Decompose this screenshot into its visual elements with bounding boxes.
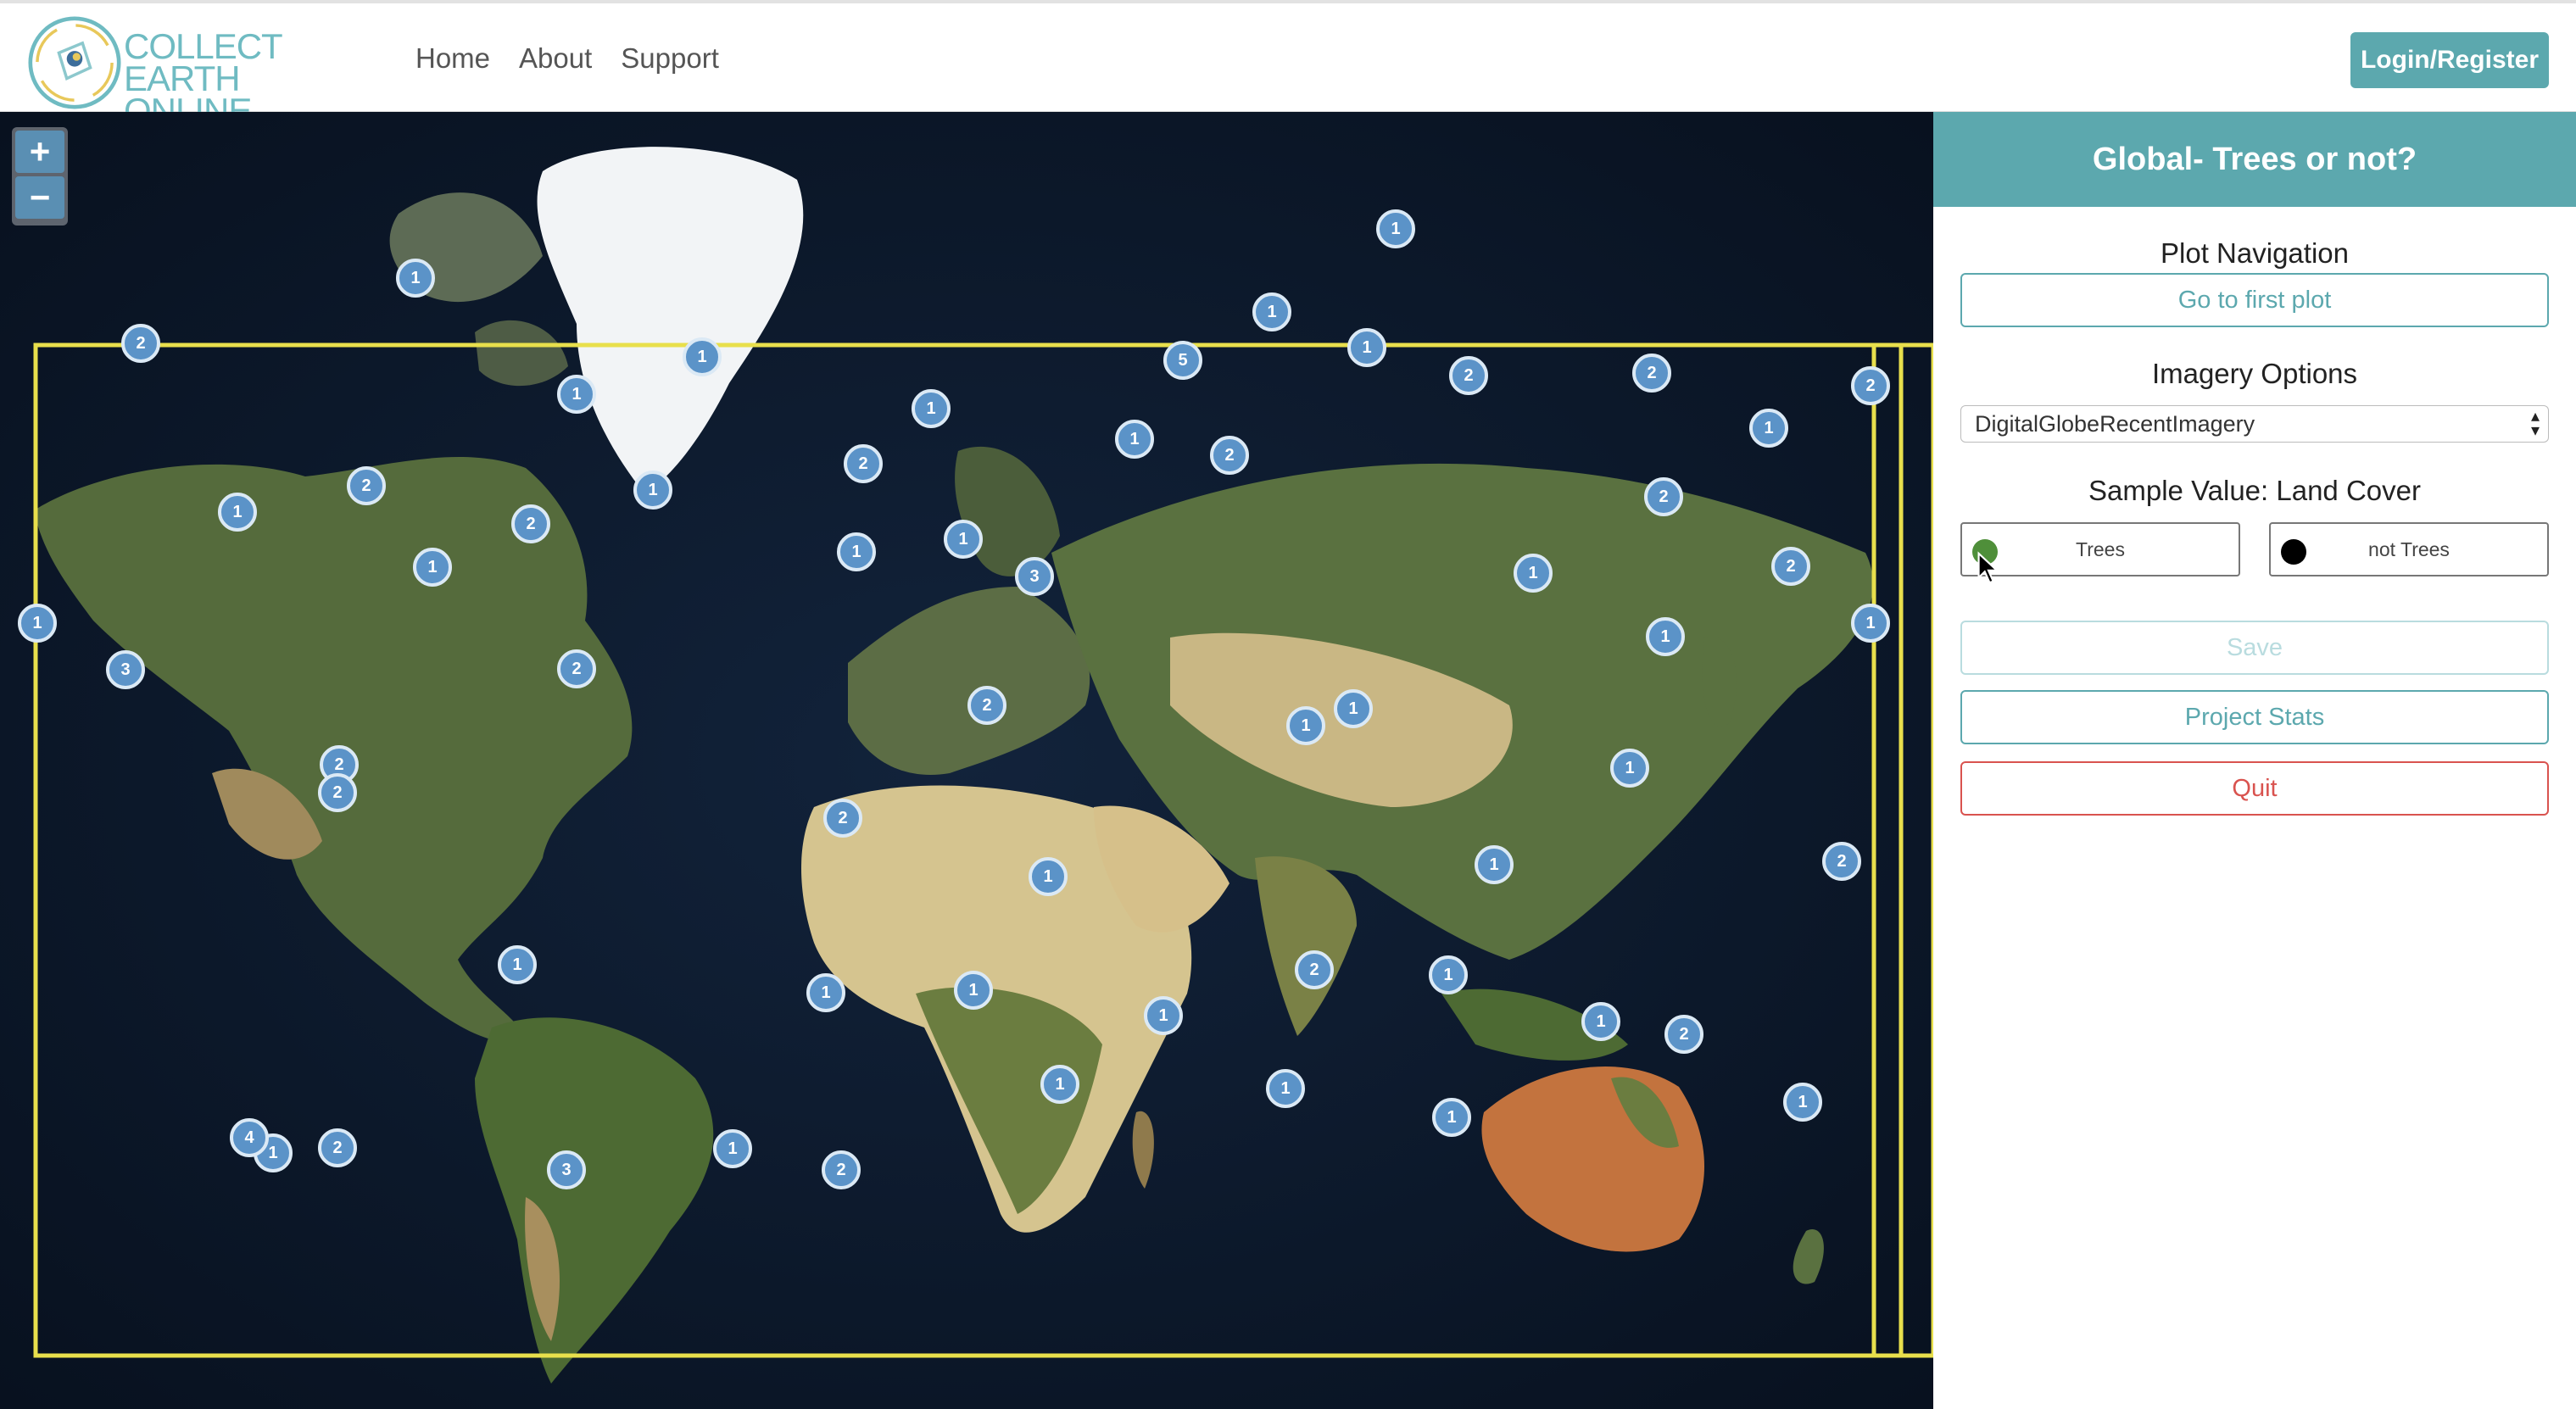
plot-cluster-marker[interactable]: 1 (1610, 749, 1649, 788)
plot-cluster-marker[interactable]: 1 (954, 971, 993, 1010)
not-trees-color-dot (2281, 539, 2306, 565)
plot-cluster-marker[interactable]: 1 (683, 337, 722, 376)
plot-navigation-heading: Plot Navigation (2161, 237, 2349, 269)
plot-cluster-marker[interactable]: 3 (106, 650, 145, 689)
plot-cluster-marker[interactable]: 3 (1015, 557, 1054, 596)
plot-cluster-marker[interactable]: 1 (1029, 857, 1068, 896)
plot-cluster-marker[interactable]: 2 (557, 649, 596, 688)
imagery-select-value: DigitalGlobeRecentImagery (1975, 410, 2255, 437)
plot-cluster-marker[interactable]: 2 (511, 504, 550, 543)
plot-cluster-marker[interactable]: 3 (547, 1150, 586, 1189)
plot-cluster-marker[interactable]: 1 (1334, 689, 1373, 728)
plot-cluster-marker[interactable]: 1 (1514, 554, 1553, 593)
login-register-button[interactable]: Login/Register (2350, 32, 2549, 88)
plot-cluster-marker[interactable]: 1 (1432, 1098, 1471, 1137)
plot-cluster-marker[interactable]: 2 (823, 799, 862, 838)
project-title: Global- Trees or not? (1933, 112, 2576, 207)
sample-value-not-trees-button[interactable]: not Trees (2269, 522, 2549, 576)
nav-support-link[interactable]: Support (621, 42, 719, 75)
zoom-out-button[interactable]: − (15, 176, 64, 219)
plot-cluster-marker[interactable]: 1 (413, 548, 452, 587)
collect-earth-logo[interactable]: COLLECT EARTH ONLINE (25, 10, 382, 129)
quit-button[interactable]: Quit (1960, 761, 2549, 816)
plot-cluster-marker[interactable]: 2 (1449, 356, 1488, 395)
plot-cluster-marker[interactable]: 2 (967, 686, 1006, 725)
plot-cluster-marker[interactable]: 4 (230, 1118, 269, 1157)
mouse-pointer-icon (1977, 551, 1999, 584)
plot-cluster-marker[interactable]: 2 (121, 324, 160, 363)
plot-cluster-marker[interactable]: 1 (1144, 996, 1183, 1035)
sample-value-heading: Sample Value: Land Cover (2088, 475, 2421, 506)
plot-cluster-marker[interactable]: 1 (633, 471, 672, 510)
logo-line-1: COLLECT EARTH (124, 26, 282, 98)
plot-cluster-marker[interactable]: 1 (1266, 1069, 1305, 1108)
plot-cluster-marker[interactable]: 1 (1252, 292, 1291, 331)
plot-cluster-marker[interactable]: 1 (18, 604, 57, 643)
sample-value-trees-button[interactable]: Trees (1960, 522, 2240, 576)
plot-cluster-marker[interactable]: 1 (1429, 955, 1468, 994)
nav-links: Home About Support (415, 42, 719, 75)
plot-cluster-marker[interactable]: 2 (318, 773, 357, 812)
map-view[interactable]: + − 1 2 3 1 1 2 1 2 1 1 1 2 2 1 2 1 1 2 1 1 5 1 2 1 3 1 2 1 2 2 1 2 1 1 2 1… (0, 112, 1933, 1409)
plot-cluster-marker[interactable]: 2 (1210, 436, 1249, 475)
plot-cluster-marker[interactable]: 1 (1581, 1002, 1620, 1041)
plot-cluster-marker[interactable]: 1 (837, 532, 876, 571)
imagery-select[interactable]: DigitalGlobeRecentImagery ▴ ▾ (1960, 405, 2549, 443)
plot-cluster-marker[interactable]: 1 (1475, 845, 1514, 884)
plot-cluster-marker[interactable]: 1 (1376, 209, 1415, 248)
plot-cluster-marker[interactable]: 2 (1822, 842, 1861, 881)
plot-cluster-marker[interactable]: 2 (1851, 366, 1890, 405)
project-stats-button[interactable]: Project Stats (1960, 690, 2549, 744)
plot-cluster-marker[interactable]: 1 (1646, 617, 1685, 656)
nav-about-link[interactable]: About (519, 42, 592, 75)
plot-cluster-marker[interactable]: 1 (1749, 409, 1788, 448)
plot-cluster-marker[interactable]: 1 (557, 375, 596, 414)
plot-cluster-marker[interactable]: 1 (912, 389, 951, 428)
imagery-options-heading: Imagery Options (2151, 358, 2358, 389)
plot-cluster-marker[interactable]: 2 (1664, 1015, 1703, 1054)
plot-cluster-marker[interactable]: 5 (1163, 341, 1202, 380)
plot-cluster-marker[interactable]: 1 (1040, 1065, 1079, 1104)
plot-cluster-marker[interactable]: 2 (1644, 477, 1683, 516)
nav-home-link[interactable]: Home (415, 42, 490, 75)
top-navbar: COLLECT EARTH ONLINE Home About Support … (0, 0, 2576, 129)
plot-cluster-marker[interactable]: 2 (347, 466, 386, 505)
plot-cluster-marker[interactable]: 1 (1115, 420, 1154, 459)
collection-side-panel: Global- Trees or not? Plot Navigation Go… (1933, 112, 2576, 1409)
plot-cluster-marker[interactable]: 1 (396, 259, 435, 298)
logo-globe-icon (28, 16, 121, 109)
plot-cluster-marker[interactable]: 2 (1295, 950, 1334, 989)
plot-cluster-marker[interactable]: 2 (1771, 547, 1810, 586)
sample-value-trees-label: Trees (2076, 537, 2125, 560)
plot-cluster-marker[interactable]: 2 (1632, 354, 1671, 393)
plot-cluster-marker[interactable]: 2 (318, 1128, 357, 1167)
plot-cluster-marker[interactable]: 1 (713, 1129, 752, 1168)
go-to-first-plot-button[interactable]: Go to first plot (1960, 273, 2549, 327)
save-button[interactable]: Save (1960, 621, 2549, 675)
zoom-in-button[interactable]: + (15, 131, 64, 173)
sample-value-not-trees-label: not Trees (2368, 537, 2450, 560)
plot-cluster-marker[interactable]: 1 (1347, 328, 1386, 367)
plot-cluster-marker[interactable]: 1 (944, 520, 983, 559)
zoom-control: + − (12, 127, 68, 226)
plot-cluster-marker[interactable]: 1 (498, 945, 537, 984)
plot-cluster-marker[interactable]: 1 (218, 493, 257, 532)
plot-cluster-marker[interactable]: 2 (822, 1150, 861, 1189)
plot-cluster-marker[interactable]: 1 (1851, 604, 1890, 643)
select-arrows-icon: ▴ ▾ (2530, 407, 2540, 440)
plot-cluster-marker[interactable]: 2 (844, 444, 883, 483)
plot-cluster-marker[interactable]: 1 (1286, 706, 1325, 745)
plot-cluster-marker[interactable]: 1 (1783, 1083, 1822, 1122)
plot-cluster-marker[interactable]: 1 (806, 973, 845, 1012)
